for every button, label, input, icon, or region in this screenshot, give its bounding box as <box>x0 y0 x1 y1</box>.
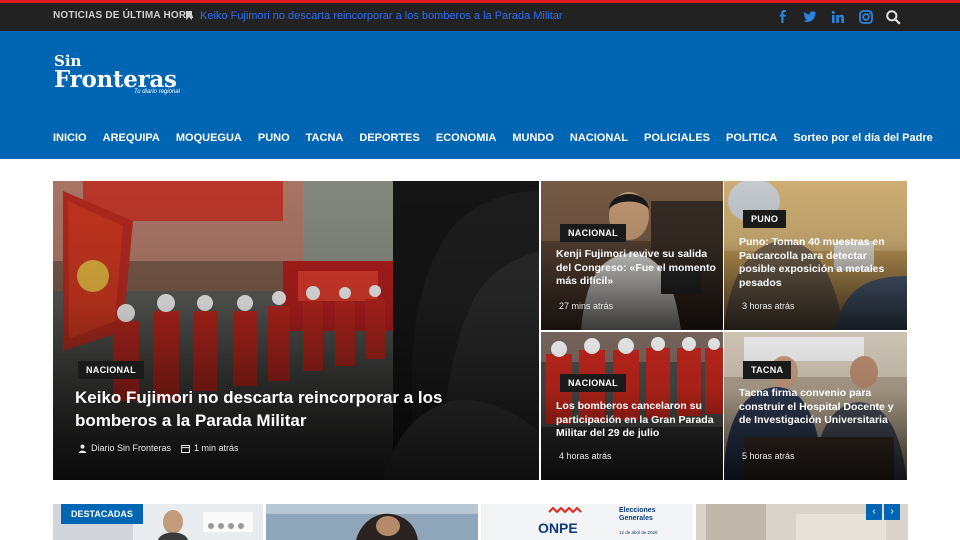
article-time: 27 mins atrás <box>559 301 614 311</box>
featured-article-card[interactable]: NACIONAL Keiko Fujimori no descarta rein… <box>53 181 539 480</box>
nav-item-politica[interactable]: POLITICA <box>726 132 777 144</box>
main-nav: INICIO AREQUIPA MOQUEGUA PUNO TACNA DEPO… <box>53 132 949 144</box>
nav-item-tacna[interactable]: TACNA <box>306 132 344 144</box>
bookmark-icon <box>186 11 192 20</box>
strip-thumb-2[interactable] <box>266 504 478 540</box>
site-header: Sin Fronteras Tu diario regional INICIO … <box>0 31 960 159</box>
featured-article-title[interactable]: Keiko Fujimori no descarta reincorporar … <box>75 386 495 432</box>
facebook-icon[interactable] <box>775 9 791 25</box>
category-badge-nacional[interactable]: NACIONAL <box>560 224 626 242</box>
article-time: 4 horas atrás <box>559 451 612 461</box>
nav-item-inicio[interactable]: INICIO <box>53 132 87 144</box>
onpe-elections-label: Elecciones Generales <box>619 507 656 522</box>
nav-item-puno[interactable]: PUNO <box>258 132 290 144</box>
breaking-news-label: NOTICIAS DE ÚLTIMA HORA <box>53 10 194 21</box>
featured-author[interactable]: Diario Sin Fronteras <box>91 443 171 453</box>
nav-item-mundo[interactable]: MUNDO <box>512 132 554 144</box>
strip-next-arrow[interactable]: › <box>884 504 900 520</box>
nav-item-arequipa[interactable]: AREQUIPA <box>103 132 160 144</box>
site-logo[interactable]: Sin Fronteras Tu diario regional <box>54 54 180 96</box>
logo-tagline: Tu diario regional <box>134 89 180 95</box>
article-title-bomberos[interactable]: Los bomberos cancelaron su participación… <box>556 400 716 441</box>
category-badge-nacional[interactable]: NACIONAL <box>560 374 626 392</box>
top-bar: NOTICIAS DE ÚLTIMA HORA Keiko Fujimori n… <box>0 0 960 31</box>
featured-strip: DESTACADAS ONPE Elecciones Generales 12 … <box>53 504 908 540</box>
article-title-puno[interactable]: Puno: Toman 40 muestras en Paucarcolla p… <box>739 236 901 290</box>
featured-image-overlay <box>53 181 539 480</box>
featured-time: 1 min atrás <box>194 443 239 453</box>
calendar-icon <box>181 444 190 453</box>
linkedin-icon[interactable] <box>830 9 846 25</box>
strip-prev-arrow[interactable]: ‹ <box>866 504 882 520</box>
onpe-election-date: 12 de abril de 2026 <box>619 530 658 535</box>
nav-item-sorteo[interactable]: Sorteo por el día del Padre <box>793 132 932 144</box>
instagram-icon[interactable] <box>858 9 874 25</box>
nav-item-moquegua[interactable]: MOQUEGUA <box>176 132 242 144</box>
nav-item-economia[interactable]: ECONOMIA <box>436 132 497 144</box>
article-card-bomberos[interactable]: NACIONAL Los bomberos cancelaron su part… <box>541 332 723 480</box>
author-icon <box>78 444 87 453</box>
onpe-logo-text: ONPE <box>538 520 578 536</box>
destacadas-label: DESTACADAS <box>61 504 143 524</box>
twitter-icon[interactable] <box>802 9 818 25</box>
featured-category-badge[interactable]: NACIONAL <box>78 361 144 379</box>
article-time: 5 horas atrás <box>742 451 795 461</box>
article-card-tacna[interactable]: TACNA Tacna firma convenio para construi… <box>724 332 907 480</box>
category-badge-puno[interactable]: PUNO <box>743 210 787 228</box>
logo-line2: Fronteras <box>54 66 177 93</box>
article-card-kenji[interactable]: NACIONAL Kenji Fujimori revive su salida… <box>541 181 723 330</box>
search-icon[interactable] <box>885 9 901 25</box>
article-time: 3 horas atrás <box>742 301 795 311</box>
article-title-kenji[interactable]: Kenji Fujimori revive su salida del Cong… <box>556 248 716 289</box>
nav-item-nacional[interactable]: NACIONAL <box>570 132 628 144</box>
category-badge-tacna[interactable]: TACNA <box>743 361 792 379</box>
strip-thumb-onpe[interactable]: ONPE Elecciones Generales 12 de abril de… <box>481 504 693 540</box>
breaking-news-headline-link[interactable]: Keiko Fujimori no descarta reincorporar … <box>200 10 563 22</box>
nav-item-policiales[interactable]: POLICIALES <box>644 132 710 144</box>
article-title-tacna[interactable]: Tacna firma convenio para construir el H… <box>739 387 901 428</box>
nav-item-deportes[interactable]: DEPORTES <box>359 132 420 144</box>
featured-article-meta: Diario Sin Fronteras 1 min atrás <box>78 443 239 453</box>
article-card-puno[interactable]: PUNO Puno: Toman 40 muestras en Paucarco… <box>724 181 907 330</box>
